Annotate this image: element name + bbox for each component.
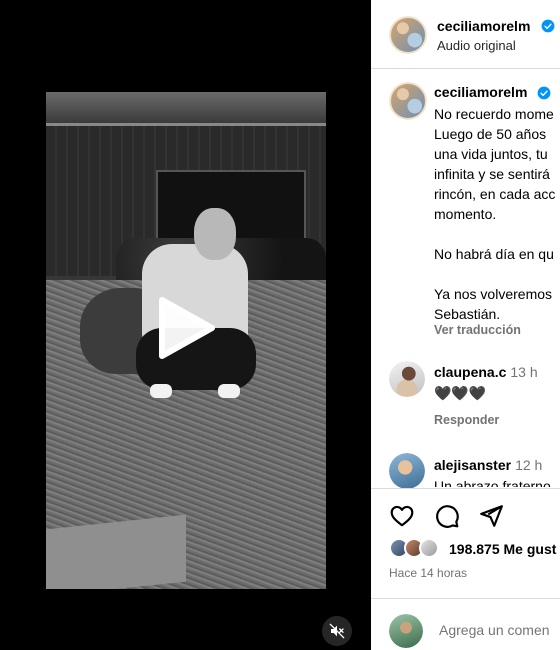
- play-icon: [159, 297, 215, 359]
- video-scene-person-head: [194, 208, 236, 260]
- comment-row: alejisanster 12 h: [434, 457, 542, 473]
- translate-link[interactable]: Ver traducción: [434, 323, 521, 337]
- add-comment-input[interactable]: [439, 622, 560, 638]
- audio-label[interactable]: Audio original: [437, 38, 516, 53]
- send-icon[interactable]: [478, 503, 504, 529]
- caption-line: rincón, en cada acc: [434, 186, 556, 202]
- comment-time[interactable]: 12 h: [515, 457, 542, 473]
- heart-icon[interactable]: [389, 503, 415, 529]
- comment-username[interactable]: alejisanster: [434, 457, 511, 473]
- likes-count[interactable]: 198.875 Me gust: [449, 541, 556, 557]
- commenter-avatar[interactable]: [389, 361, 425, 397]
- reply-button[interactable]: Responder: [434, 413, 499, 427]
- mute-button[interactable]: [322, 616, 352, 646]
- author-avatar[interactable]: [389, 16, 427, 54]
- play-button[interactable]: [148, 292, 220, 364]
- comment-text: Un abrazo fraterno: [434, 478, 551, 487]
- header-divider: [371, 68, 560, 69]
- video-scene-shoe: [218, 384, 240, 398]
- comment-username[interactable]: claupena.c: [434, 364, 506, 380]
- verified-badge-icon: [537, 86, 551, 100]
- footer-divider: [371, 598, 560, 599]
- caption-line: una vida juntos, tu: [434, 146, 548, 162]
- caption-username[interactable]: ceciliamorelm: [434, 84, 527, 100]
- caption-line: Ya nos volveremos: [434, 286, 553, 302]
- caption-line: infinita y se sentirá: [434, 166, 550, 182]
- caption-line: No recuerdo mome: [434, 106, 554, 122]
- caption-author-avatar[interactable]: [389, 82, 427, 120]
- post-time[interactable]: Hace 14 horas: [389, 566, 467, 580]
- comments-divider: [371, 488, 560, 489]
- comment-row: claupena.c 13 h: [434, 364, 538, 380]
- video-scene-shoe: [150, 384, 172, 398]
- commenter-avatar[interactable]: [389, 453, 425, 489]
- media-viewer: [0, 0, 371, 650]
- caption-line: Sebastián.: [434, 306, 501, 322]
- comment-text: 🖤🖤🖤: [434, 385, 487, 401]
- speaker-muted-icon: [329, 623, 345, 639]
- current-user-avatar[interactable]: [389, 614, 423, 648]
- caption-line: No habrá día en qu: [434, 246, 554, 262]
- video-scene-roof: [46, 92, 326, 126]
- header-username[interactable]: ceciliamorelm: [437, 18, 530, 34]
- liker-avatar[interactable]: [419, 538, 439, 558]
- comment-icon[interactable]: [434, 503, 460, 529]
- comment-time[interactable]: 13 h: [510, 364, 537, 380]
- verified-badge-icon: [541, 19, 555, 33]
- caption-line: Luego de 50 años: [434, 126, 547, 142]
- post-panel: ceciliamorelm Audio original ceciliamore…: [371, 0, 560, 650]
- caption-line: momento.: [434, 206, 497, 222]
